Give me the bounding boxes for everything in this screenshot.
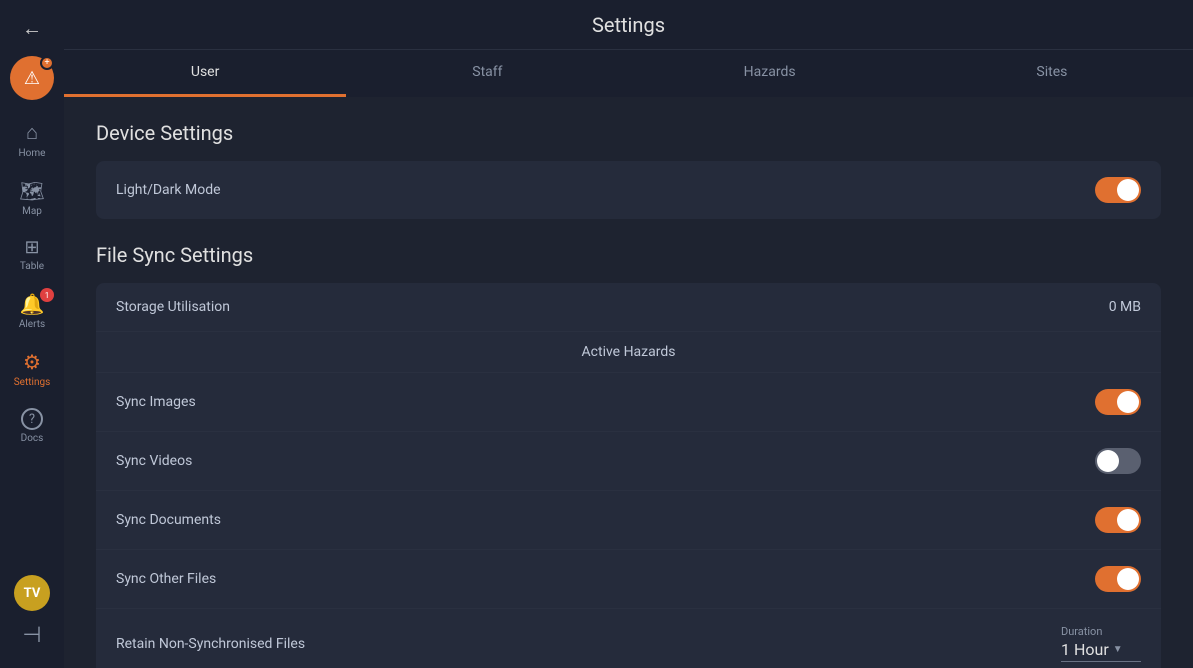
- light-dark-mode-label: Light/Dark Mode: [116, 182, 221, 198]
- sync-videos-row: Sync Videos: [96, 432, 1161, 491]
- toggle-thumb: [1117, 509, 1139, 531]
- storage-utilisation-value: 0 MB: [1109, 299, 1141, 315]
- sync-documents-row: Sync Documents: [96, 491, 1161, 550]
- alert-icon: ⚠: [24, 68, 40, 89]
- chevron-down-icon: ▼: [1113, 644, 1123, 655]
- alerts-badge: 1: [40, 288, 54, 302]
- toggle-thumb: [1117, 179, 1139, 201]
- duration-label: Duration: [1061, 625, 1141, 638]
- sidebar-item-label-table: Table: [20, 261, 44, 272]
- table-icon: ⊞: [24, 237, 39, 258]
- logout-button[interactable]: ⊣: [0, 615, 64, 656]
- main-content: Settings User Staff Hazards Sites Device…: [64, 0, 1193, 668]
- docs-icon: ?: [21, 408, 43, 430]
- tab-hazards[interactable]: Hazards: [629, 50, 911, 97]
- file-sync-card: Storage Utilisation 0 MB Active Hazards …: [96, 283, 1161, 668]
- back-button[interactable]: ←: [12, 8, 52, 48]
- plus-badge: +: [40, 56, 54, 70]
- sidebar: ← ⚠ + ⌂ Home 🗺 Map ⊞ Table 🔔 1 Alerts ⚙ …: [0, 0, 64, 668]
- active-hazards-header: Active Hazards: [96, 332, 1161, 373]
- device-settings-card: Light/Dark Mode: [96, 161, 1161, 219]
- settings-icon: ⚙: [23, 350, 41, 374]
- sidebar-item-label-alerts: Alerts: [19, 319, 45, 330]
- sidebar-item-docs[interactable]: ? Docs: [0, 400, 64, 452]
- retain-non-sync-row: Retain Non-Synchronised Files Duration 1…: [96, 609, 1161, 668]
- sync-documents-label: Sync Documents: [116, 512, 221, 528]
- back-icon: ←: [22, 16, 42, 41]
- sync-images-label: Sync Images: [116, 394, 196, 410]
- sidebar-item-label-settings: Settings: [14, 377, 51, 388]
- map-icon: 🗺: [19, 179, 44, 203]
- sync-images-toggle[interactable]: [1095, 389, 1141, 415]
- device-settings-title: Device Settings: [96, 121, 1161, 145]
- sync-other-files-toggle[interactable]: [1095, 566, 1141, 592]
- page-header: Settings: [64, 0, 1193, 50]
- light-dark-mode-row: Light/Dark Mode: [96, 161, 1161, 219]
- storage-utilisation-label: Storage Utilisation: [116, 299, 230, 315]
- tab-sites[interactable]: Sites: [911, 50, 1193, 97]
- sidebar-item-home[interactable]: ⌂ Home: [0, 112, 64, 167]
- sidebar-item-label-home: Home: [19, 148, 46, 159]
- sidebar-item-settings[interactable]: ⚙ Settings: [0, 342, 64, 396]
- sidebar-item-label-map: Map: [22, 206, 42, 217]
- storage-utilisation-row: Storage Utilisation 0 MB: [96, 283, 1161, 332]
- sync-videos-label: Sync Videos: [116, 453, 192, 469]
- sync-other-files-row: Sync Other Files: [96, 550, 1161, 609]
- home-icon: ⌂: [26, 120, 38, 145]
- tab-bar: User Staff Hazards Sites: [64, 50, 1193, 97]
- sync-other-files-label: Sync Other Files: [116, 571, 216, 587]
- sidebar-item-label-docs: Docs: [21, 433, 44, 444]
- toggle-thumb: [1117, 568, 1139, 590]
- alert-add-button[interactable]: ⚠ +: [10, 56, 54, 100]
- sync-videos-toggle[interactable]: [1095, 448, 1141, 474]
- retain-non-sync-label: Retain Non-Synchronised Files: [116, 636, 305, 652]
- duration-value-row: 1 Hour ▼: [1061, 640, 1141, 659]
- tab-staff[interactable]: Staff: [346, 50, 628, 97]
- sync-documents-toggle[interactable]: [1095, 507, 1141, 533]
- page-title: Settings: [592, 13, 665, 37]
- avatar[interactable]: TV: [14, 575, 50, 611]
- toggle-thumb: [1117, 391, 1139, 413]
- duration-dropdown-container[interactable]: Duration 1 Hour ▼: [1061, 625, 1141, 662]
- light-dark-mode-toggle[interactable]: [1095, 177, 1141, 203]
- tab-user[interactable]: User: [64, 50, 346, 97]
- logout-icon: ⊣: [22, 623, 41, 648]
- duration-value: 1 Hour: [1061, 640, 1109, 659]
- sidebar-item-alerts[interactable]: 🔔 1 Alerts: [0, 284, 64, 338]
- sidebar-item-table[interactable]: ⊞ Table: [0, 229, 64, 280]
- settings-content: Device Settings Light/Dark Mode File Syn…: [64, 97, 1193, 668]
- sidebar-item-map[interactable]: 🗺 Map: [0, 171, 64, 225]
- sync-images-row: Sync Images: [96, 373, 1161, 432]
- toggle-thumb: [1097, 450, 1119, 472]
- file-sync-settings-title: File Sync Settings: [96, 243, 1161, 267]
